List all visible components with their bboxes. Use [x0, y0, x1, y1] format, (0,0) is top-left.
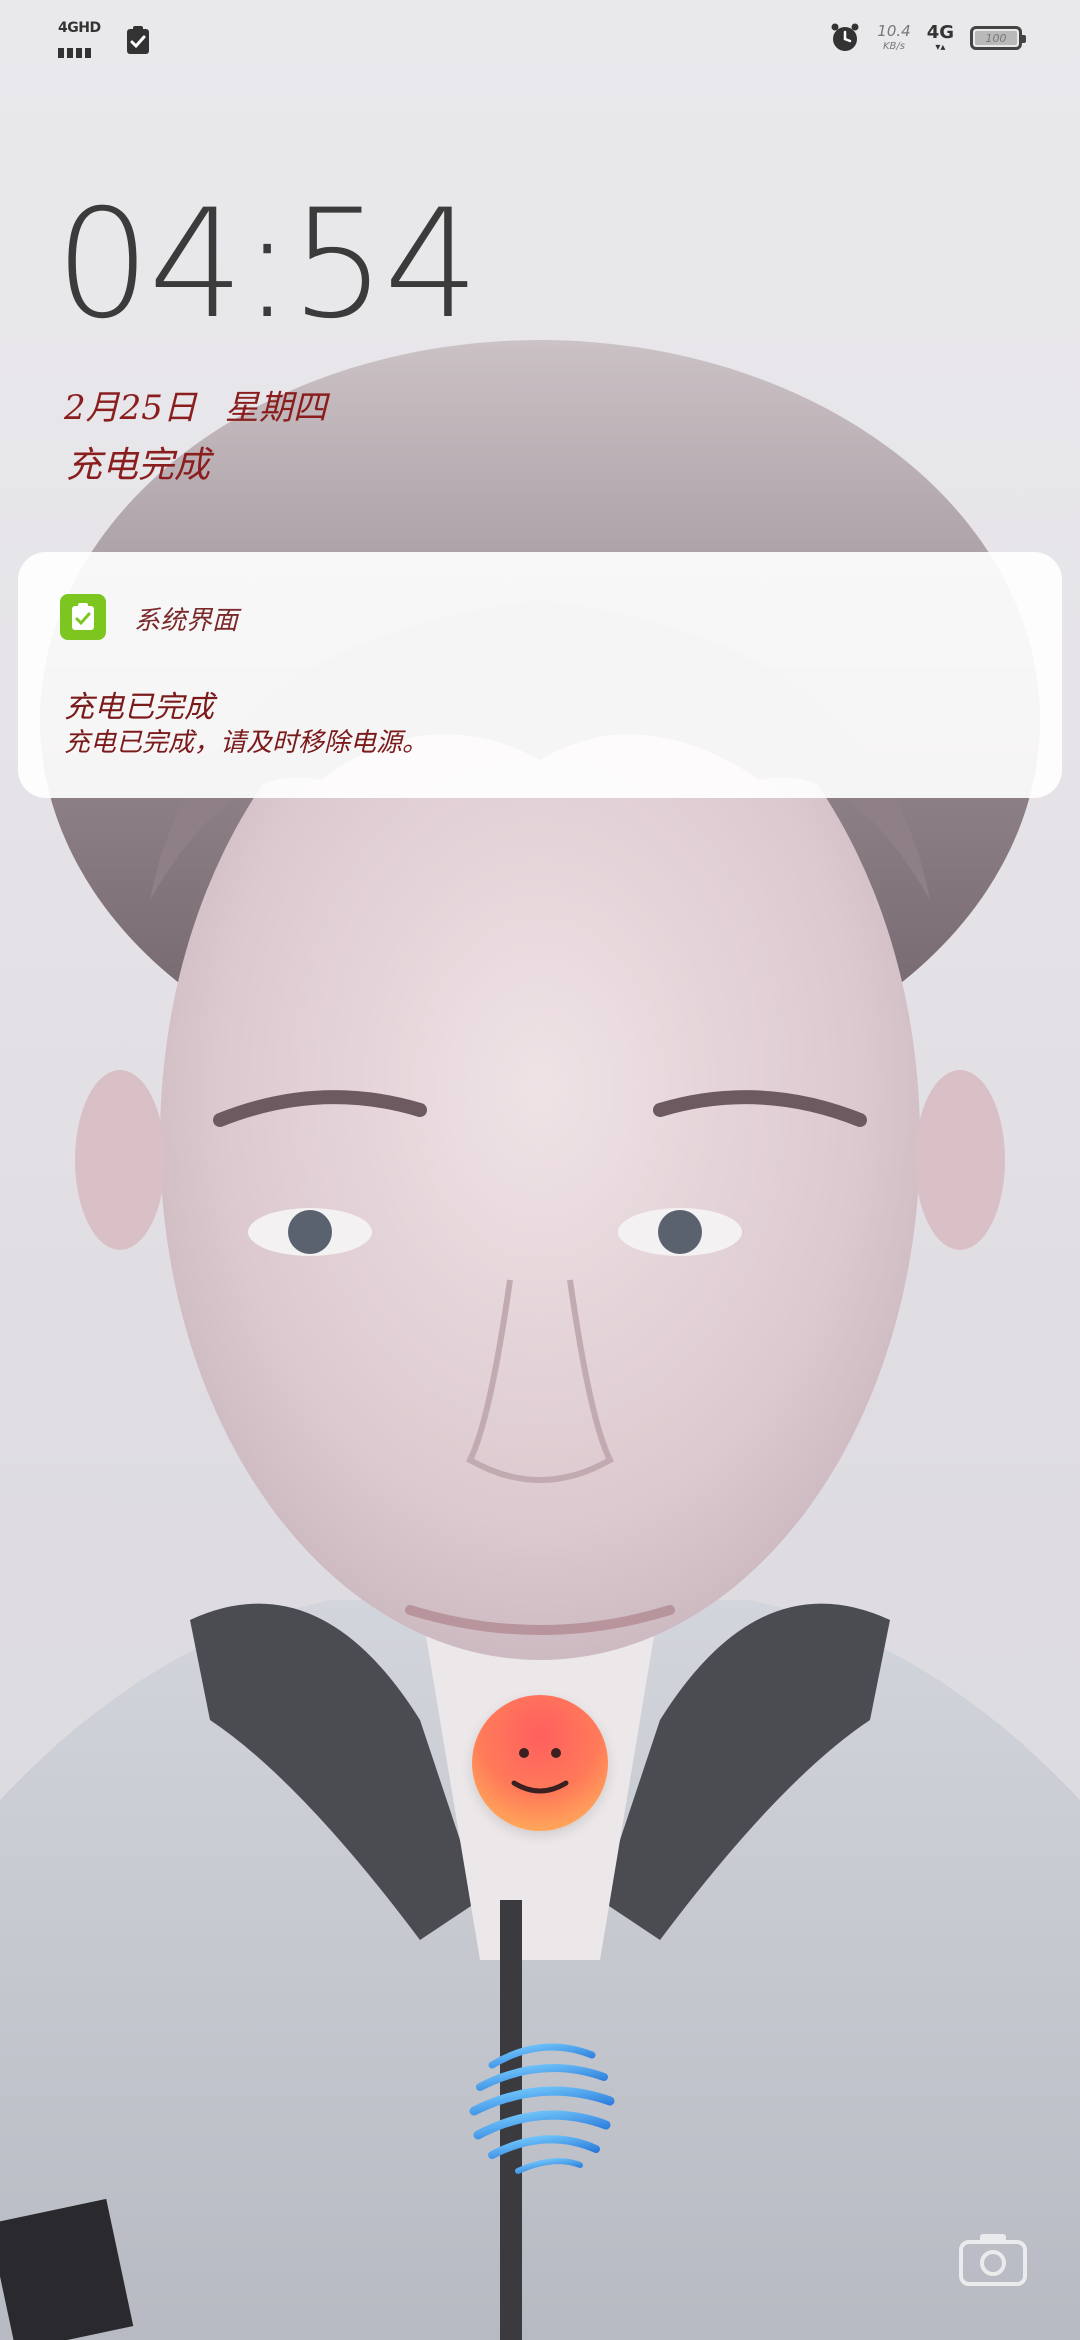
alarm-clock-icon: [831, 23, 859, 51]
notification-card[interactable]: 系统界面 充电已完成 充电已完成，请及时移除电源。: [18, 552, 1062, 798]
battery-level-text: 100: [985, 31, 1007, 45]
clipboard-check-icon: [72, 603, 94, 630]
status-bar: 4GHD 10.4 KB/s 4G ▾▴ 100: [0, 0, 1080, 90]
clipboard-check-icon: [127, 26, 149, 54]
fingerprint-sensor-icon[interactable]: [462, 2025, 618, 2181]
system-ui-app-icon: [60, 594, 106, 640]
notification-body: 充电已完成，请及时移除电源。: [64, 728, 429, 758]
camera-shortcut-icon[interactable]: [958, 2230, 1028, 2288]
lockscreen-clock: 04:54: [55, 178, 479, 352]
lockscreen-date: 2月25日 星期四: [64, 380, 327, 429]
net-speed-value: 10.4: [877, 22, 911, 40]
mobile-data-indicator: 4G ▾▴: [926, 21, 954, 53]
smiley-face-button[interactable]: [472, 1695, 608, 1831]
data-arrows-icon: ▾▴: [935, 41, 946, 53]
network-type-label: 4GHD: [58, 20, 101, 36]
notification-title: 充电已完成: [64, 690, 214, 725]
lock-screen: 4GHD 10.4 KB/s 4G ▾▴ 100 04:54 2月25日 星期四…: [0, 0, 1080, 2340]
net-speed-unit: KB/s: [882, 41, 905, 52]
date-text: 2月25日: [64, 388, 197, 428]
net-speed-indicator: 10.4 KB/s: [877, 24, 910, 52]
battery-icon: 100: [970, 26, 1026, 50]
cellular-signal-icon: 4GHD: [58, 20, 104, 58]
notification-app-name: 系统界面: [134, 606, 239, 636]
charge-status-text: 充电完成: [66, 445, 211, 486]
smile-icon: [511, 1748, 569, 1794]
mobile-data-label: 4G: [926, 21, 954, 43]
weekday-text: 星期四: [224, 388, 327, 428]
